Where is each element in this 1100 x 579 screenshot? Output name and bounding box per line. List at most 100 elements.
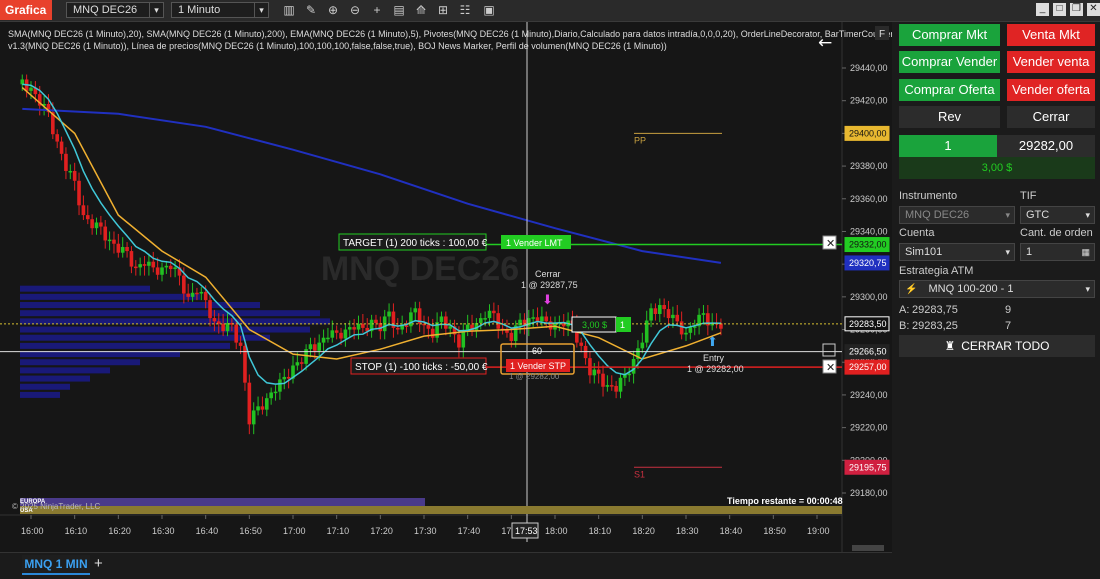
reverse-button[interactable]: Rev xyxy=(899,106,1000,128)
stepper-icon[interactable]: ▦ xyxy=(1081,244,1090,260)
crosshair-icon[interactable]: + xyxy=(370,3,384,17)
zoom-in-icon[interactable]: ⊕ xyxy=(326,3,340,17)
time-tick-label: 18:30 xyxy=(676,526,699,536)
candle-down xyxy=(339,332,343,339)
bar-type-icon[interactable]: ▥ xyxy=(282,3,296,17)
candle-up xyxy=(317,342,321,351)
indicators-line1: SMA(MNQ DEC26 (1 Minuto),20), SMA(MNQ DE… xyxy=(8,29,892,39)
volume-profile-bar xyxy=(20,326,310,333)
account-select[interactable]: Sim101 ▾ xyxy=(899,243,1015,261)
tif-select[interactable]: GTC ▾ xyxy=(1020,206,1095,224)
buy-bid-button[interactable]: Comprar Vender xyxy=(899,51,1000,73)
f-button-label: F xyxy=(879,29,885,40)
sell-ask-button[interactable]: Vender venta xyxy=(1007,51,1095,73)
position-price-display: 29282,00 xyxy=(997,135,1095,157)
time-tick-label: 17:30 xyxy=(414,526,437,536)
chevron-down-icon: ▾ xyxy=(1085,284,1090,294)
sell-offer-button[interactable]: Vender oferta xyxy=(1007,79,1095,101)
candle-up xyxy=(701,313,706,315)
candle-down xyxy=(134,266,138,269)
candle-up xyxy=(461,331,466,348)
price-tick-label: 29220,00 xyxy=(850,423,888,433)
candle-down xyxy=(81,205,86,216)
entry-marker-label: Entry xyxy=(703,353,725,363)
instrument-field[interactable]: MNQ DEC26 ▾ xyxy=(899,206,1015,224)
candle-up xyxy=(273,391,278,394)
window-title[interactable]: Grafica xyxy=(0,0,52,20)
instrument-field-value: MNQ DEC26 xyxy=(905,209,970,221)
candle-down xyxy=(155,267,160,275)
candle-up xyxy=(688,327,693,333)
add-tab-button[interactable]: + xyxy=(94,555,108,573)
maximize-icon[interactable]: □ xyxy=(1053,3,1066,16)
candle-up xyxy=(439,316,444,323)
pivot-pp-label: PP xyxy=(634,135,646,145)
price-tick-label: 29380,00 xyxy=(850,161,888,171)
candle-down xyxy=(260,406,265,410)
candle-down xyxy=(125,246,129,252)
scrollbar-handle[interactable] xyxy=(852,545,884,551)
buy-mkt-button[interactable]: Comprar Mkt xyxy=(899,24,1000,46)
interval-selector-value: 1 Minuto xyxy=(178,4,221,16)
data-box-icon[interactable]: ▤ xyxy=(392,3,406,17)
bar-timer: Tiempo restante = 00:00:48 xyxy=(727,496,843,506)
pencil-icon[interactable]: ✎ xyxy=(304,3,318,17)
candle-up xyxy=(478,318,483,323)
candle-up xyxy=(413,308,418,313)
candle-up xyxy=(199,291,204,294)
price-tag-label-s1: 29195,75 xyxy=(849,462,887,472)
instrument-selector[interactable]: MNQ DEC26 ▾ xyxy=(66,2,164,18)
candle-up xyxy=(94,222,99,229)
strategies-icon[interactable]: ⊞ xyxy=(436,3,450,17)
price-tick-label: 29300,00 xyxy=(850,292,888,302)
time-tick-label: 17:10 xyxy=(327,526,350,536)
candle-down xyxy=(221,323,225,332)
indicators-icon[interactable]: ⟰ xyxy=(414,3,428,17)
candle-down xyxy=(361,323,365,328)
candle-down xyxy=(151,261,156,268)
close-position-button[interactable]: Cerrar xyxy=(1007,106,1095,128)
stop-cancel[interactable]: ✕ xyxy=(822,359,837,374)
candle-up xyxy=(343,329,348,339)
target-order-tag[interactable]: 1 Vender LMT xyxy=(501,235,571,249)
time-tick-label: 18:40 xyxy=(720,526,743,536)
candle-down xyxy=(238,342,243,346)
candle-up xyxy=(138,264,142,268)
volume-profile-bar xyxy=(20,285,150,292)
restore-icon[interactable]: ❐ xyxy=(1070,3,1083,16)
sell-mkt-button[interactable]: Venta Mkt xyxy=(1007,24,1095,46)
stop-tag[interactable]: STOP (1) -100 ticks : -50,00 € xyxy=(350,357,488,375)
price-chart[interactable]: MNQ DEC26 PP S1 TARGET (1) 200 ticks : 1… xyxy=(0,22,892,552)
instrument-selector-value: MNQ DEC26 xyxy=(73,4,138,16)
time-axis[interactable]: 16:00 16:10 16:20 16:30 16:40 16:50 17:00 17:10… xyxy=(21,515,830,536)
close-icon[interactable]: ✕ xyxy=(1087,3,1100,16)
candle-down xyxy=(509,332,514,341)
minimize-icon[interactable]: _ xyxy=(1036,3,1049,16)
interval-selector[interactable]: 1 Minuto ▾ xyxy=(171,2,269,18)
candle-up xyxy=(487,310,492,319)
target-tag[interactable]: TARGET (1) 200 ticks : 100,00 € xyxy=(338,233,488,251)
target-tag-label: TARGET (1) 200 ticks : 100,00 € xyxy=(343,238,488,249)
candle-up xyxy=(618,377,623,392)
atm-strategy-select[interactable]: ⚡ MNQ 100-200 - 1 ▾ xyxy=(899,280,1095,298)
zoom-out-icon[interactable]: ⊖ xyxy=(348,3,362,17)
order-qty-stepper[interactable]: 1 ▦ xyxy=(1020,243,1095,261)
position-pnl-tag[interactable]: 3,00 $ 1 xyxy=(571,316,631,333)
chevron-down-icon: ▾ xyxy=(1085,210,1090,220)
volume-profile-bar xyxy=(20,391,60,398)
close-all-button[interactable]: ♜ CERRAR TODO xyxy=(899,335,1095,357)
candle-up xyxy=(190,292,195,297)
indicators-line2: v1.3(MNQ DEC26 (1 Minuto)), Línea de pre… xyxy=(8,41,667,51)
target-cancel[interactable]: ✕ xyxy=(822,235,837,250)
tab-mnq-1min[interactable]: MNQ 1 MIN xyxy=(22,555,90,575)
candle-down xyxy=(72,170,77,181)
back-arrow-icon[interactable]: ← xyxy=(818,33,832,53)
buy-offer-button[interactable]: Comprar Oferta xyxy=(899,79,1000,101)
stop-fill-ghost: 1 @ 29282,00 xyxy=(509,372,560,381)
properties-icon[interactable]: ☷ xyxy=(458,3,472,17)
chart-trader-icon[interactable]: ▣ xyxy=(482,3,496,17)
volume-profile-bar xyxy=(20,359,140,366)
chart-panel[interactable]: MNQ DEC26 PP S1 TARGET (1) 200 ticks : 1… xyxy=(0,22,892,552)
candle-down xyxy=(396,327,400,330)
candle-up xyxy=(147,261,151,266)
